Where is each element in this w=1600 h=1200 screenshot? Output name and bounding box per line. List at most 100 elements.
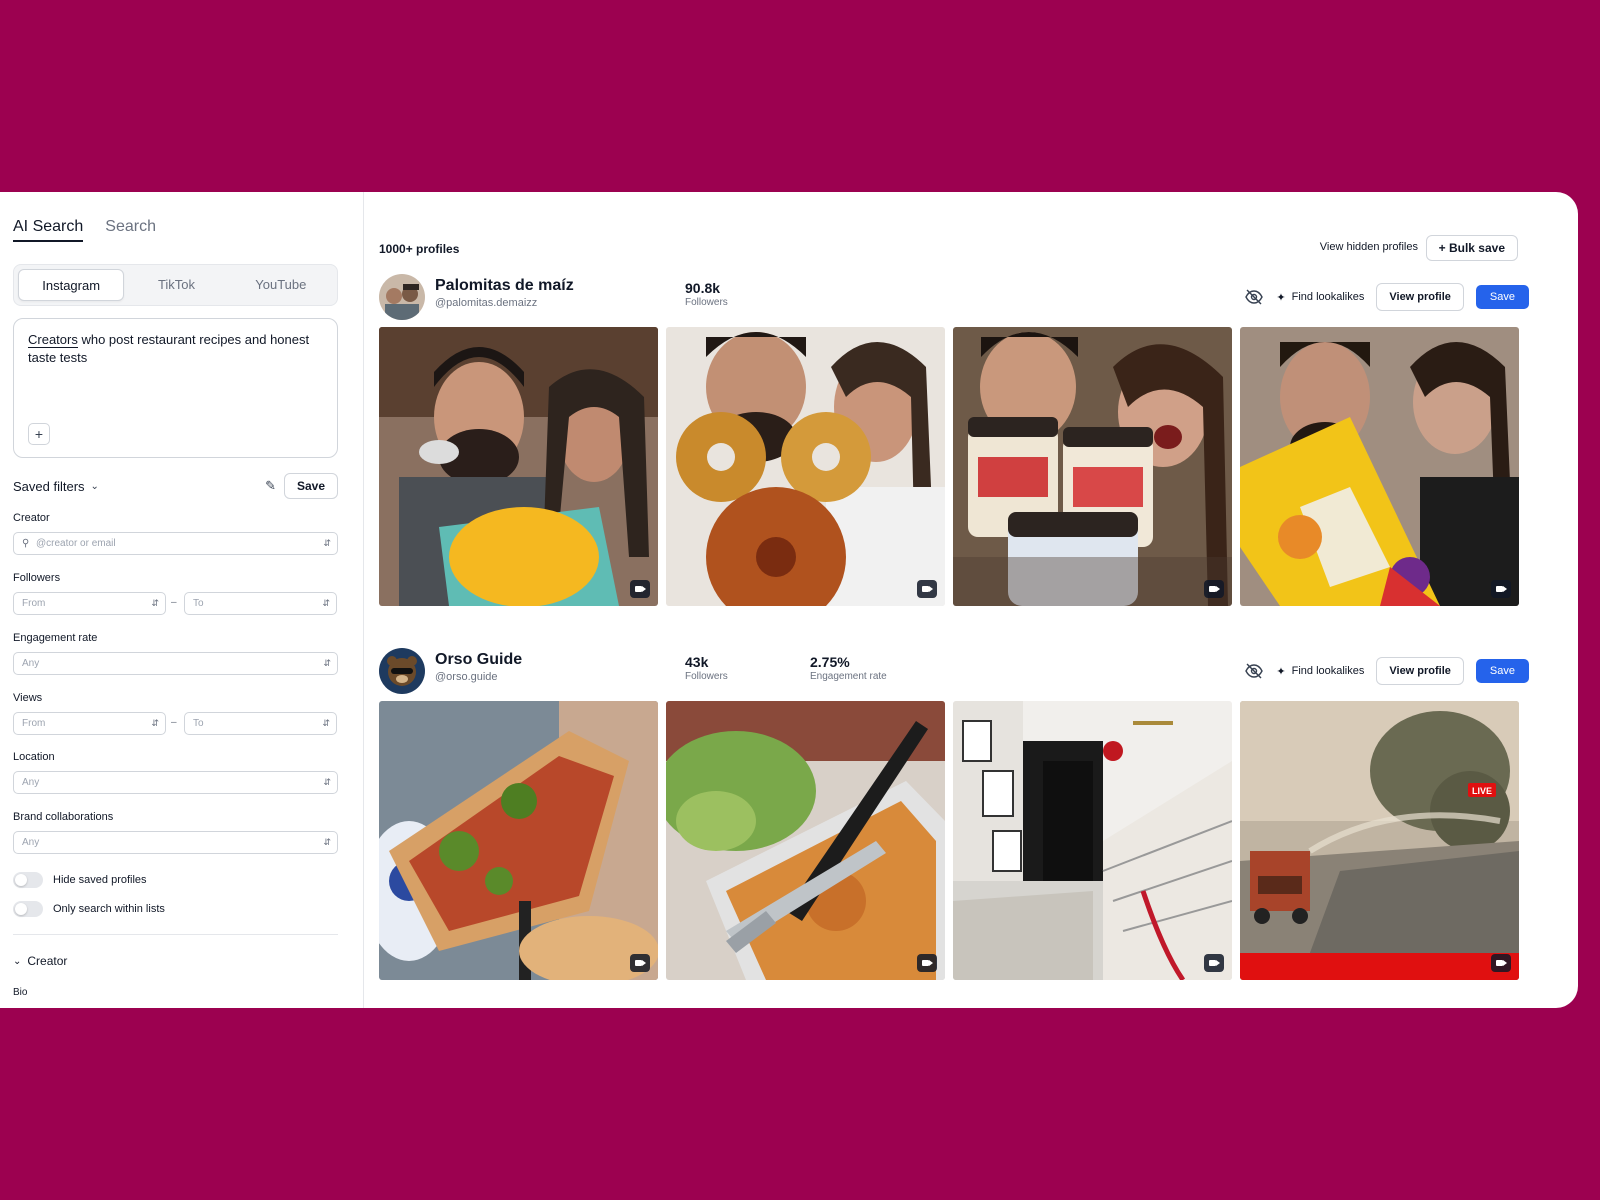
hide-saved-row: Hide saved profiles <box>13 872 147 888</box>
profile-name[interactable]: Orso Guide <box>435 651 522 669</box>
engagement-value: Any <box>22 658 40 669</box>
bulk-save-button[interactable]: + Bulk save <box>1425 235 1518 261</box>
chevron-down-icon[interactable]: ⌄ <box>91 481 99 492</box>
view-profile-button[interactable]: View profile <box>1376 657 1464 685</box>
view-profile-button[interactable]: View profile <box>1376 283 1464 311</box>
find-lookalikes-button[interactable]: ✦ Find lookalikes <box>1276 291 1364 304</box>
video-icon <box>1204 954 1224 972</box>
followers-filter-label: Followers <box>13 572 61 584</box>
post-thumbnail[interactable] <box>666 701 945 980</box>
views-to-value: To <box>193 718 204 729</box>
profile-header: Palomitas de maíz @palomitas.demaizz 90.… <box>379 271 1529 323</box>
video-icon <box>1491 580 1511 598</box>
creator-section-label: Creator <box>27 954 68 968</box>
followers-to-select[interactable]: To ⇵ <box>184 592 337 615</box>
post-thumbnail[interactable] <box>379 327 658 606</box>
post-thumbnail[interactable]: LIVE <box>1240 701 1519 980</box>
brand-filter-label: Brand collaborations <box>13 811 114 823</box>
ai-prompt-input[interactable]: Creators who post restaurant recipes and… <box>13 318 338 458</box>
view-hidden-profiles-link[interactable]: View hidden profiles <box>1320 241 1418 253</box>
engagement-select[interactable]: Any ⇵ <box>13 652 338 675</box>
add-attachment-button[interactable]: + <box>28 423 50 445</box>
engagement-filter-label: Engagement rate <box>13 632 98 644</box>
avatar[interactable] <box>379 274 425 320</box>
save-profile-button[interactable]: Save <box>1475 659 1529 683</box>
save-filters-button[interactable]: Save <box>283 473 338 499</box>
post-thumbnail[interactable] <box>1240 327 1519 606</box>
stat-label: Followers <box>685 297 728 308</box>
post-thumbnail[interactable] <box>666 327 945 606</box>
search-mode-tabs: AI Search Search <box>13 218 156 242</box>
sparkle-icon: ✦ <box>1276 291 1286 304</box>
creator-filter-label: Creator <box>13 512 50 524</box>
views-to-select[interactable]: To ⇵ <box>184 712 337 735</box>
filter-sidebar: AI Search Search Instagram TikTok YouTub… <box>0 192 364 1008</box>
prompt-highlight: Creators <box>28 332 78 348</box>
brand-value: Any <box>22 837 40 848</box>
post-thumbnails <box>379 327 1529 606</box>
live-badge: LIVE <box>1472 786 1492 796</box>
stat-value: 43k <box>685 654 709 670</box>
stat-value: 90.8k <box>685 280 721 296</box>
tab-search[interactable]: Search <box>105 218 156 242</box>
saved-filters-dropdown[interactable]: Saved filters <box>13 479 85 494</box>
tab-ai-search[interactable]: AI Search <box>13 218 84 242</box>
video-icon <box>1491 954 1511 972</box>
profile-actions: ✦ Find lookalikes View profile Save <box>1244 283 1529 311</box>
location-value: Any <box>22 777 40 788</box>
bio-label: Bio <box>13 987 28 998</box>
saved-filters-row: Saved filters ⌄ ✎ Save <box>13 472 338 500</box>
range-dash: – <box>171 717 177 728</box>
lists-only-label: Only search within lists <box>53 903 165 915</box>
sort-arrows-icon: ⇵ <box>151 718 159 728</box>
followers-from-value: From <box>22 598 46 609</box>
stat-engagement: 2.75% Engagement rate <box>810 654 887 682</box>
followers-from-select[interactable]: From ⇵ <box>13 592 166 615</box>
platform-instagram[interactable]: Instagram <box>18 269 125 301</box>
post-thumbnail[interactable] <box>953 701 1232 980</box>
sort-arrows-icon: ⇵ <box>323 538 331 548</box>
brand-select[interactable]: Any ⇵ <box>13 831 338 854</box>
platform-tiktok[interactable]: TikTok <box>124 269 228 301</box>
video-icon <box>630 954 650 972</box>
profile-card: Palomitas de maíz @palomitas.demaizz 90.… <box>379 271 1529 606</box>
save-profile-button[interactable]: Save <box>1475 285 1529 309</box>
search-icon: ⚲ <box>22 538 30 549</box>
sort-arrows-icon: ⇵ <box>322 598 330 608</box>
profile-handle: @orso.guide <box>435 671 498 683</box>
creator-search-input[interactable]: ⚲ @creator or email ⇵ <box>13 532 338 555</box>
followers-to-value: To <box>193 598 204 609</box>
stat-followers: 43k Followers <box>685 654 728 682</box>
results-panel: 1000+ profiles View hidden profiles + Bu… <box>365 192 1578 1008</box>
stat-value: 2.75% <box>810 654 850 670</box>
pencil-icon[interactable]: ✎ <box>265 478 276 494</box>
sort-arrows-icon: ⇵ <box>322 718 330 728</box>
find-lookalikes-button[interactable]: ✦ Find lookalikes <box>1276 665 1364 678</box>
profiles-count: 1000+ profiles <box>379 242 460 256</box>
stat-label: Engagement rate <box>810 671 887 682</box>
location-filter-label: Location <box>13 751 55 763</box>
avatar[interactable] <box>379 648 425 694</box>
lists-only-toggle[interactable] <box>13 901 43 917</box>
video-icon <box>917 954 937 972</box>
views-from-select[interactable]: From ⇵ <box>13 712 166 735</box>
sort-arrows-icon: ⇵ <box>323 837 331 847</box>
platform-youtube[interactable]: YouTube <box>229 269 333 301</box>
hide-saved-toggle[interactable] <box>13 872 43 888</box>
hide-eye-off-icon[interactable] <box>1244 661 1264 681</box>
creator-section-toggle[interactable]: ⌄ Creator <box>13 954 67 968</box>
post-thumbnail[interactable] <box>379 701 658 980</box>
hide-eye-off-icon[interactable] <box>1244 287 1264 307</box>
video-icon <box>630 580 650 598</box>
profile-name[interactable]: Palomitas de maíz <box>435 277 574 295</box>
find-lookalikes-label: Find lookalikes <box>1291 291 1365 303</box>
location-select[interactable]: Any ⇵ <box>13 771 338 794</box>
find-lookalikes-label: Find lookalikes <box>1291 665 1365 677</box>
range-dash: – <box>171 597 177 608</box>
stat-followers: 90.8k Followers <box>685 280 728 308</box>
profile-header: Orso Guide @orso.guide 43k Followers 2.7… <box>379 645 1529 697</box>
app-window: AI Search Search Instagram TikTok YouTub… <box>0 192 1578 1008</box>
lists-only-row: Only search within lists <box>13 901 165 917</box>
platform-switcher: Instagram TikTok YouTube <box>13 264 338 306</box>
post-thumbnail[interactable] <box>953 327 1232 606</box>
